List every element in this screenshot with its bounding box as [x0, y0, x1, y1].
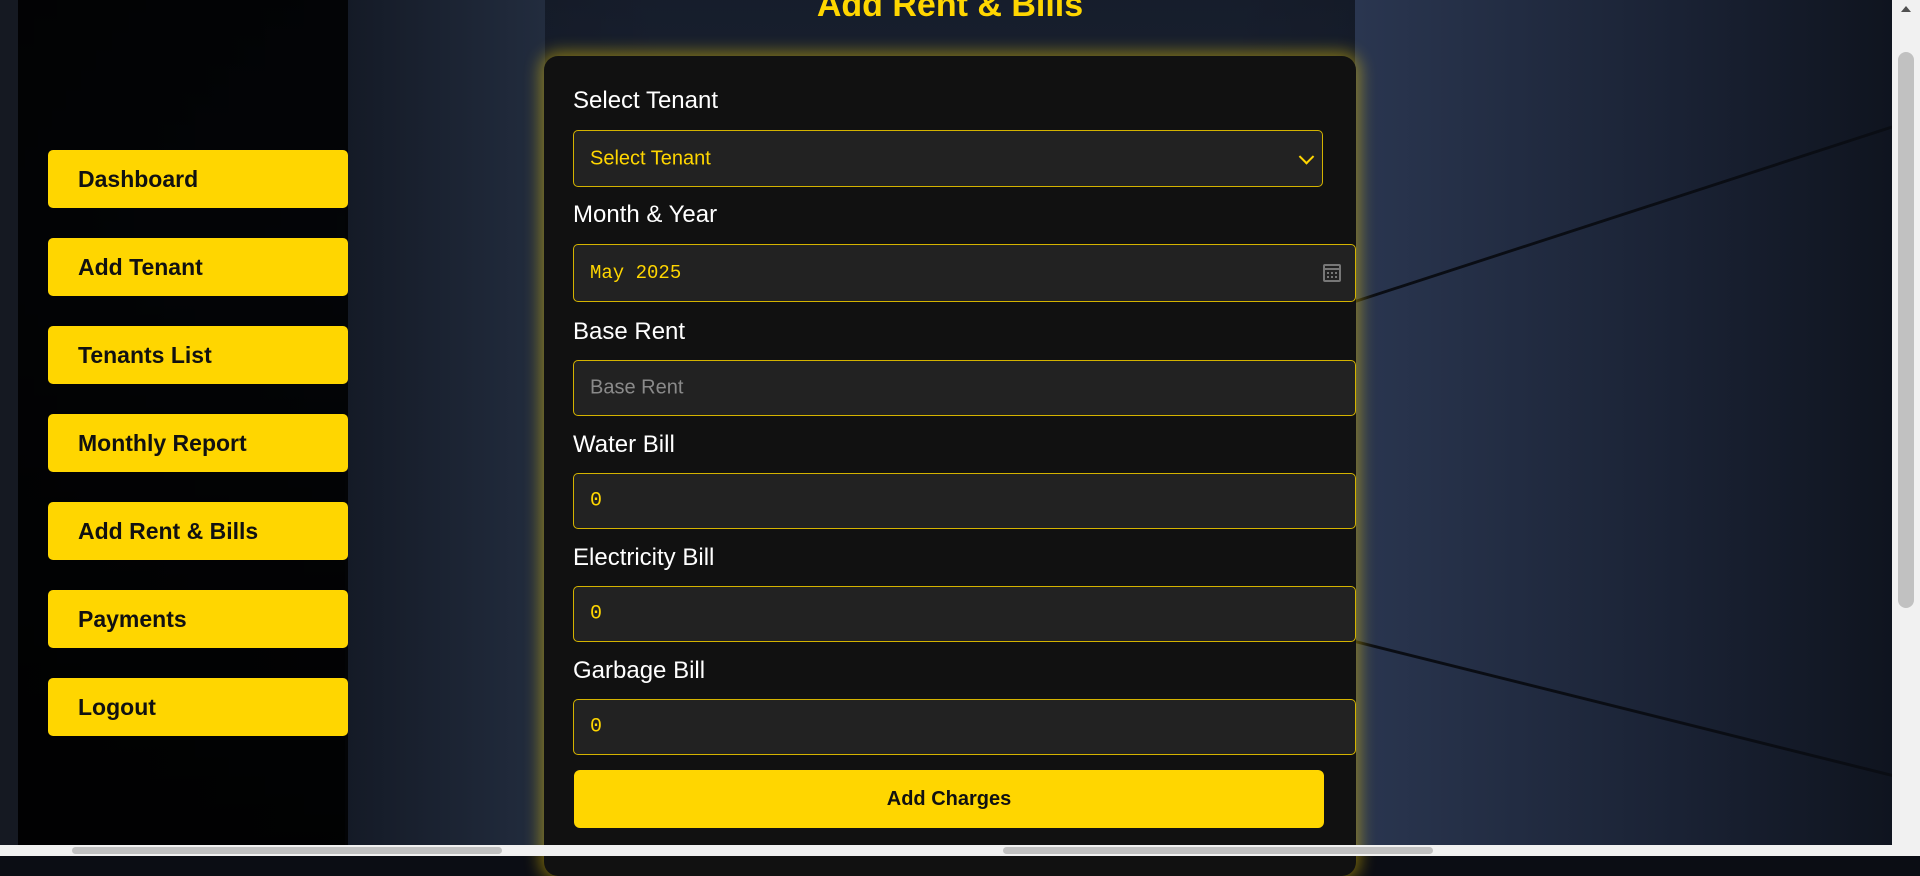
- electricity-bill-label: Electricity Bill: [573, 544, 715, 571]
- water-bill-value: 0: [590, 489, 603, 513]
- horizontal-scrollbar[interactable]: [0, 845, 1920, 856]
- chevron-down-icon: [1298, 148, 1315, 165]
- window-left-edge: [0, 0, 18, 845]
- water-bill-label: Water Bill: [573, 431, 675, 458]
- base-rent-placeholder: Base Rent: [590, 376, 684, 399]
- sidebar-item-dashboard[interactable]: Dashboard: [48, 150, 348, 208]
- sidebar-item-payments[interactable]: Payments: [48, 590, 348, 648]
- electricity-bill-value: 0: [590, 602, 603, 626]
- water-bill-input[interactable]: 0: [573, 473, 1356, 529]
- month-label: Month & Year: [573, 201, 718, 228]
- sidebar-item-logout[interactable]: Logout: [48, 678, 348, 736]
- vertical-scroll-thumb[interactable]: [1898, 52, 1914, 608]
- garbage-bill-label: Garbage Bill: [573, 657, 706, 684]
- base-rent-input[interactable]: Base Rent: [573, 360, 1356, 416]
- garbage-bill-input[interactable]: 0: [573, 699, 1356, 755]
- electricity-bill-input[interactable]: 0: [573, 586, 1356, 642]
- add-charges-button[interactable]: Add Charges: [574, 770, 1324, 828]
- tenant-select[interactable]: Select Tenant: [573, 130, 1323, 187]
- background-wall-right: [1355, 0, 1892, 845]
- background-wall-left: [345, 0, 545, 845]
- tenant-select-value: Select Tenant: [590, 147, 711, 169]
- horizontal-scroll-thumb[interactable]: [72, 847, 502, 854]
- garbage-bill-value: 0: [590, 715, 603, 739]
- vertical-scrollbar[interactable]: [1892, 0, 1920, 845]
- tenant-label: Select Tenant: [573, 87, 718, 114]
- horizontal-scroll-thumb-secondary[interactable]: [1003, 847, 1433, 854]
- sidebar-item-monthly-report[interactable]: Monthly Report: [48, 414, 348, 472]
- sidebar-item-add-tenant[interactable]: Add Tenant: [48, 238, 348, 296]
- base-rent-label: Base Rent: [573, 318, 686, 345]
- month-input[interactable]: May 2025: [573, 244, 1356, 302]
- sidebar-item-tenants-list[interactable]: Tenants List: [48, 326, 348, 384]
- sidebar-item-add-rent-bills[interactable]: Add Rent & Bills: [48, 502, 348, 560]
- page-title: Add Rent & Bills: [816, 0, 1084, 24]
- scroll-up-arrow-icon[interactable]: [1901, 6, 1911, 12]
- month-input-value: May 2025: [590, 262, 682, 284]
- calendar-icon[interactable]: [1323, 264, 1341, 282]
